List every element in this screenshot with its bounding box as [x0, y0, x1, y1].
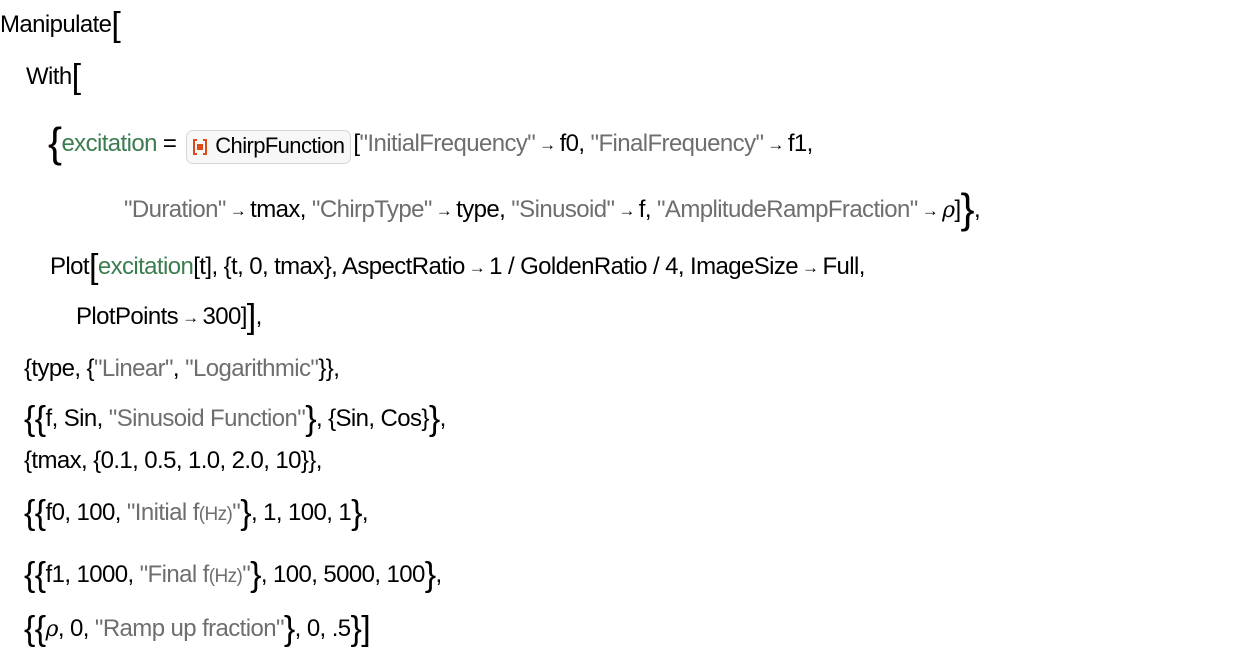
control-f: {{f, Sin, "Sinusoid Function"}, {Sin, Co… — [24, 400, 446, 438]
plot-arg: [t] — [193, 253, 212, 280]
plot-range: {t, 0, tmax} — [223, 253, 332, 280]
option-key: "Sinusoid" — [511, 196, 615, 223]
option-value: f0 — [559, 130, 579, 157]
option-value: tmax — [250, 196, 300, 223]
control-default: Sin — [63, 405, 97, 432]
with-symbol: With — [26, 63, 72, 90]
option-value: ρ — [942, 198, 955, 223]
code-line-with: With[ — [26, 58, 81, 94]
plot-option-key: AspectRatio — [341, 253, 465, 280]
plot-option-value: Full — [822, 253, 859, 280]
control-type: {type, {"Linear", "Logarithmic"}}, — [24, 355, 340, 382]
control-range: 100, 5000, 100 — [273, 561, 425, 588]
rule-arrow: → — [468, 258, 486, 277]
control-label-unit: (Hz) — [208, 566, 243, 587]
option-value: f1 — [787, 130, 807, 157]
control-default: 1000 — [76, 561, 129, 588]
code-line-excitation-def: {excitation = ChirpFunction ["InitialFreque… — [48, 119, 813, 166]
control-option: "Logarithmic" — [185, 355, 319, 382]
rule-arrow: → — [539, 135, 556, 154]
resource-function-chip[interactable]: ChirpFunction — [186, 130, 352, 164]
control-label: "Ramp up fraction" — [94, 615, 285, 642]
control-default: 100 — [76, 499, 116, 526]
control-tmax: {tmax, {0.1, 0.5, 1.0, 2.0, 10}}, — [24, 447, 322, 474]
code-line-options-cont: "Duration" → tmax, "ChirpType" → type, "Sinu… — [124, 185, 981, 232]
plot-option-key: ImageSize — [690, 253, 799, 280]
control-var: ρ — [45, 617, 59, 642]
control-label: "Sinusoid Function" — [108, 405, 306, 432]
rule-arrow: → — [802, 258, 819, 277]
control-range: 0, .5 — [306, 615, 351, 642]
open-bracket: [ — [111, 6, 121, 44]
control-f1: {{f1, 1000, "Final f(Hz)"}, 100, 5000, 1… — [24, 556, 442, 594]
option-key: "FinalFrequency" — [590, 130, 764, 157]
plot-option-value: 1 / GoldenRatio / 4 — [489, 253, 678, 280]
option-key: "InitialFrequency" — [359, 130, 536, 157]
manipulate-symbol: Manipulate — [0, 11, 112, 38]
option-key: "ChirpType" — [311, 196, 432, 223]
control-default: 0 — [70, 615, 83, 642]
control-option: "Linear" — [93, 355, 174, 382]
control-var: f1 — [45, 561, 65, 588]
control-range: 1, 100, 1 — [263, 499, 352, 526]
option-value: type — [456, 196, 500, 223]
resource-function-label: ChirpFunction — [215, 133, 345, 158]
close-bracket: ] — [361, 610, 371, 648]
rule-arrow: → — [767, 135, 784, 154]
rule-arrow: → — [618, 201, 635, 220]
excitation-variable: excitation — [61, 130, 157, 157]
control-options: {0.1, 0.5, 1.0, 2.0, 10} — [93, 447, 309, 474]
control-label: "Initial f — [126, 499, 199, 526]
rule-arrow: → — [182, 308, 199, 327]
open-brace: { — [48, 119, 62, 166]
option-key: "Duration" — [124, 196, 226, 223]
option-key: "AmplitudeRampFraction" — [657, 196, 918, 223]
control-label-unit: (Hz) — [198, 504, 233, 525]
rule-arrow: → — [229, 201, 247, 220]
code-line-plotpoints: PlotPoints → 300]], — [76, 298, 262, 336]
control-var: type — [31, 355, 75, 382]
plot-option-key: PlotPoints — [76, 303, 179, 330]
close-brace: } — [960, 185, 975, 232]
code-line-manipulate: Manipulate[ — [0, 6, 121, 42]
control-label: "Final f — [139, 561, 210, 588]
control-var: f0 — [45, 499, 65, 526]
control-var: tmax — [31, 447, 82, 474]
plot-symbol: Plot — [50, 253, 90, 280]
control-options: {Sin, Cos} — [328, 405, 429, 432]
resource-function-icon — [193, 139, 208, 155]
equals-sign: = — [162, 130, 177, 157]
excitation-variable: excitation — [97, 253, 194, 280]
control-f0: {{f0, 100, "Initial f(Hz)"}, 1, 100, 1}, — [24, 494, 369, 532]
open-bracket: [ — [71, 58, 81, 96]
rule-arrow: → — [435, 201, 453, 220]
plot-option-value: 300 — [202, 303, 241, 330]
rule-arrow: → — [921, 201, 939, 220]
control-rho: {{ρ, 0, "Ramp up fraction"}, 0, .5}] — [24, 610, 371, 648]
code-line-plot: Plot[excitation[t], {t, 0, tmax}, Aspect… — [50, 248, 865, 286]
